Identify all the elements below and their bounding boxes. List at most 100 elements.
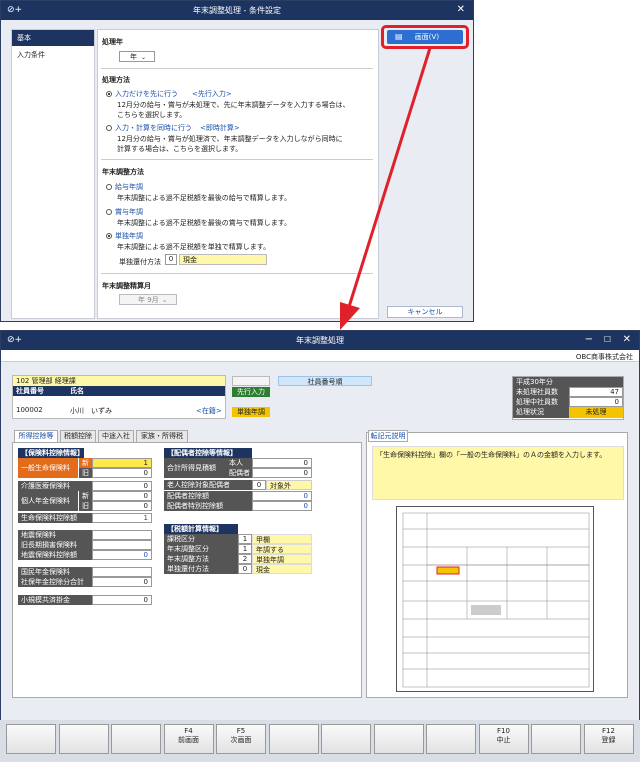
- side-item-input-conditions[interactable]: 入力条件: [12, 46, 94, 64]
- spouse-income-input[interactable]: 0: [252, 468, 312, 478]
- fkey-empty-button[interactable]: [373, 724, 424, 754]
- spouse-header: 【配偶者控除等情報】: [164, 448, 252, 458]
- life-old-label: 旧: [79, 468, 92, 478]
- life-ins-label: 一般生命保険料: [18, 458, 78, 478]
- radio-unselected-icon: [106, 184, 112, 190]
- elderly-value: 対象外: [266, 480, 312, 490]
- national-pension-label: 国民年金保険料: [18, 567, 92, 577]
- dialog-titlebar: ⊘+ 年末調整処理 - 条件設定 ✕: [1, 1, 473, 20]
- fkey-number: F10: [497, 727, 510, 735]
- insurance-header: 【保険料控除情報】: [18, 448, 84, 458]
- elderly-label: 老人控除対象配偶者: [164, 480, 252, 490]
- fkey-f10-button[interactable]: F10 中止: [478, 724, 529, 754]
- tab-deductions[interactable]: 所得控除等: [14, 430, 58, 442]
- national-pension-input[interactable]: [92, 567, 152, 577]
- close-icon[interactable]: ✕: [457, 4, 465, 15]
- spouse-special-value: 0: [252, 501, 312, 511]
- emp-status: <在籍>: [196, 407, 222, 415]
- refund-value: 現金: [179, 254, 267, 265]
- radio-unselected-icon: [106, 125, 112, 131]
- fkey-empty-button[interactable]: [111, 724, 161, 754]
- calc-month-select[interactable]: 年 9月 ⌄: [119, 294, 177, 305]
- spouse-deduct-label: 配偶者控除額: [164, 491, 252, 501]
- main-title: 年末調整処理: [296, 336, 344, 345]
- self-label: 本人: [226, 458, 252, 468]
- col-name: 氏名: [67, 386, 225, 396]
- self-income-input[interactable]: 0: [252, 458, 312, 468]
- quake-deduction-value: 0: [92, 550, 152, 560]
- method-instant-desc1: 12月分の給与・賞与が処理済で、年末調整データを入力しながら同時に: [117, 135, 343, 143]
- side-nav: 基本 入力条件: [11, 29, 95, 319]
- elderly-code[interactable]: 0: [252, 480, 266, 490]
- help-text-box: 「生命保険料控除」欄の「一般の生命保険料」のＡの金額を入力します。: [372, 446, 624, 500]
- life-new-input[interactable]: 1: [92, 458, 152, 468]
- fkey-empty-button[interactable]: [58, 724, 109, 754]
- quake-input[interactable]: [92, 530, 152, 540]
- quake-deduction-label: 地震保険料控除額: [18, 550, 92, 560]
- pension-old-input[interactable]: 0: [92, 501, 152, 511]
- close-icon[interactable]: ✕: [623, 334, 631, 345]
- spouse-label: 配偶者: [226, 468, 252, 478]
- fkey-empty-button[interactable]: [531, 724, 581, 754]
- pension-new-input[interactable]: 0: [92, 491, 152, 501]
- fkey-number: F5: [236, 727, 246, 735]
- care-label: 介護医療保険料: [18, 481, 92, 491]
- tab-tax-credit[interactable]: 税額控除: [60, 430, 96, 442]
- fkey-label: 次画面: [230, 736, 252, 744]
- old-long-label: 旧長期損害保険料: [18, 540, 92, 550]
- side-item-basic[interactable]: 基本: [12, 30, 94, 46]
- fkey-f4-button[interactable]: F4 前画面: [163, 724, 214, 754]
- method-instant-radio[interactable]: 入力・計算を同時に行う <即時計算>: [106, 123, 240, 133]
- care-input[interactable]: 0: [92, 481, 152, 491]
- tax-row: 年末調整区分 1 年調する: [164, 544, 312, 554]
- fkey-number: F4: [184, 727, 193, 735]
- fkey-empty-button[interactable]: [321, 724, 371, 754]
- dept-label: 102 管理部 経理課: [13, 376, 225, 386]
- fkey-empty-button[interactable]: [426, 724, 476, 754]
- adjust-salary-desc: 年末調整による過不足税額を最後の給与で精算します。: [117, 194, 292, 202]
- prior-input-spacer: [232, 376, 270, 386]
- old-long-input[interactable]: [92, 540, 152, 550]
- tax-row: 年末調整方法 2 単独年調: [164, 554, 312, 564]
- fkey-f5-button[interactable]: F5 次画面: [216, 724, 266, 754]
- refund-method-label: 単独還付方法: [119, 258, 161, 266]
- adjust-single-radio[interactable]: 単独年調: [106, 231, 143, 241]
- help-title: 転記元説明: [368, 430, 408, 442]
- adjust-salary-radio[interactable]: 給与年調: [106, 182, 143, 192]
- quake-label: 地震保険料: [18, 530, 92, 540]
- adjust-bonus-radio[interactable]: 賞与年調: [106, 207, 143, 217]
- pension-old-label: 旧: [79, 501, 92, 511]
- refund-code-input[interactable]: 0: [165, 254, 177, 265]
- emp-no[interactable]: 100002: [16, 406, 43, 414]
- minimize-icon[interactable]: −: [585, 334, 593, 345]
- adjust-single-desc: 年末調整による過不足税額を単独で精算します。: [117, 243, 271, 251]
- small-biz-input[interactable]: 0: [92, 595, 152, 605]
- fkey-number: F12: [602, 727, 615, 735]
- tab-midyear-join[interactable]: 中途入社: [98, 430, 134, 442]
- maximize-icon[interactable]: ☐: [604, 335, 611, 344]
- section-calc-month: 年末調整精算月: [102, 282, 151, 290]
- help-text: 「生命保険料控除」欄の「一般の生命保険料」のＡの金額を入力します。: [376, 451, 607, 459]
- method-prior-desc2: こちらを選択します。: [117, 111, 187, 119]
- chevron-down-icon: ⌄: [141, 54, 147, 61]
- fkey-label: 登録: [601, 736, 616, 744]
- tax-row: 課税区分 1 甲欄: [164, 534, 312, 544]
- life-old-input[interactable]: 0: [92, 468, 152, 478]
- section-adjust: 年末調整方法: [102, 168, 144, 176]
- social-total-value: 0: [92, 577, 152, 587]
- life-deduction-label: 生命保険料控除額: [18, 513, 92, 523]
- section-method: 処理方法: [102, 76, 130, 84]
- method-prior-radio[interactable]: 入力だけを先に行う <先行入力>: [106, 89, 232, 99]
- adjust-bonus-desc: 年末調整による過不足税額を最後の賞与で精算します。: [117, 219, 292, 227]
- radio-unselected-icon: [106, 209, 112, 215]
- spouse-deduct-value: 0: [252, 491, 312, 501]
- order-label[interactable]: 社員番号順: [278, 376, 372, 386]
- fkey-f12-button[interactable]: F12 登録: [583, 724, 634, 754]
- fkey-label: 前画面: [178, 736, 199, 744]
- tab-family[interactable]: 家族・所得税: [136, 430, 188, 442]
- summary-year: 平成30年分: [513, 377, 623, 387]
- fkey-empty-button[interactable]: [268, 724, 319, 754]
- fkey-empty-button[interactable]: [6, 724, 56, 754]
- year-select[interactable]: 年 ⌄: [119, 51, 155, 62]
- section-year: 処理年: [102, 38, 123, 46]
